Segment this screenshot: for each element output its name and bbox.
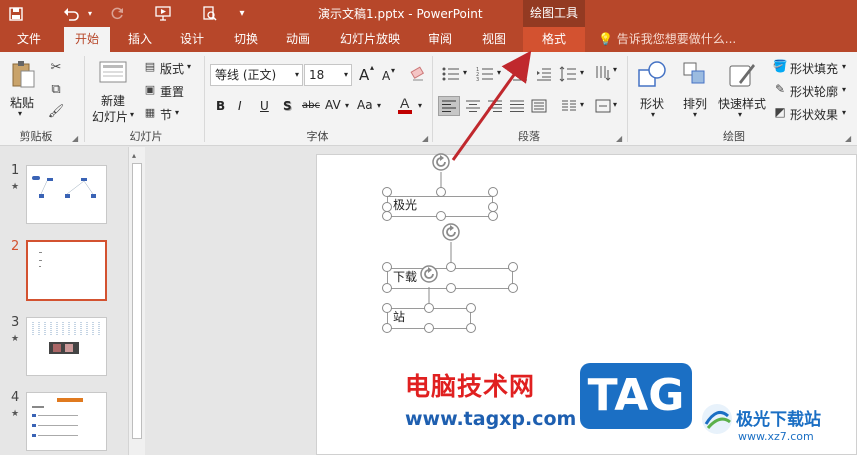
- tag-logo: TAG: [580, 363, 692, 429]
- aurora-logo-icon: [700, 402, 734, 436]
- watermark-url: www.tagxp.com: [405, 408, 577, 430]
- watermark-title: 电脑技术网: [405, 372, 536, 401]
- watermark-site-name: 极光下载站: [736, 410, 821, 430]
- watermark-site-url: www.xz7.com: [738, 430, 814, 443]
